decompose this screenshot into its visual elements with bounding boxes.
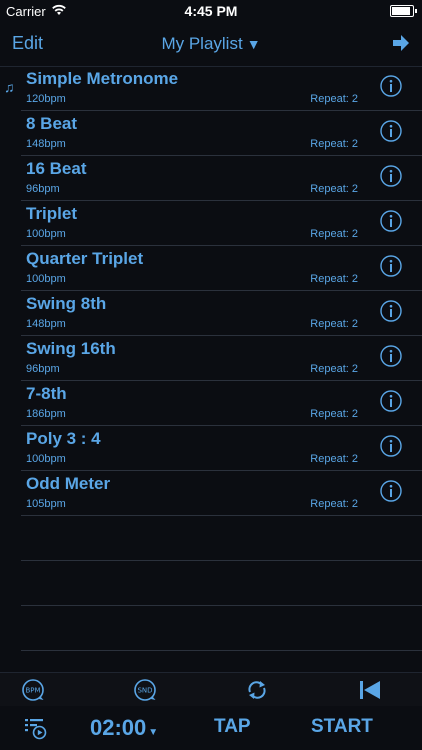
tap-button[interactable]: TAP	[214, 716, 251, 738]
info-icon[interactable]	[380, 255, 402, 277]
info-icon[interactable]	[380, 390, 402, 412]
sound-button[interactable]: SND	[132, 677, 158, 703]
nav-bar: Edit My Playlist ▼	[0, 22, 422, 67]
playlist-table: ♫ Simple Metronome 120bpm Repeat: 2 8 Beat 1…	[0, 66, 422, 651]
snd-label: SND	[137, 687, 152, 695]
info-icon[interactable]	[380, 165, 402, 187]
battery-icon	[390, 5, 417, 17]
timer-caret-icon: ▼	[148, 727, 159, 738]
preset-bpm: 148bpm	[26, 138, 66, 150]
tool-bar: BPM SND	[0, 672, 422, 707]
preset-bpm: 100bpm	[26, 273, 66, 285]
info-icon[interactable]	[380, 480, 402, 502]
playlist-row[interactable]: Poly 3 : 4 100bpm Repeat: 2	[21, 426, 422, 471]
preset-name: Swing 8th	[26, 294, 107, 313]
playlist-row[interactable]: Odd Meter 105bpm Repeat: 2	[21, 471, 422, 516]
playlist-play-icon[interactable]	[23, 716, 47, 740]
playlist-row[interactable]: Quarter Triplet 100bpm Repeat: 2	[21, 246, 422, 291]
playlist-row[interactable]: 8 Beat 148bpm Repeat: 2	[21, 111, 422, 156]
info-icon[interactable]	[380, 120, 402, 142]
status-bar: Carrier 4:45 PM	[0, 0, 422, 22]
preset-repeat: Repeat: 2	[310, 318, 358, 330]
preset-name: Swing 16th	[26, 339, 116, 358]
preset-bpm: 100bpm	[26, 453, 66, 465]
playlist-row[interactable]: Swing 8th 148bpm Repeat: 2	[21, 291, 422, 336]
preset-repeat: Repeat: 2	[310, 453, 358, 465]
preset-repeat: Repeat: 2	[310, 228, 358, 240]
preset-bpm: 120bpm	[26, 93, 66, 105]
repeat-icon[interactable]	[244, 677, 270, 703]
preset-repeat: Repeat: 2	[310, 183, 358, 195]
preset-repeat: Repeat: 2	[310, 138, 358, 150]
control-bar: 02:00 ▼ TAP START	[0, 706, 422, 750]
timer-value: 02:00	[90, 715, 147, 740]
preset-bpm: 100bpm	[26, 228, 66, 240]
preset-name: Poly 3 : 4	[26, 429, 101, 448]
preset-name: Triplet	[26, 204, 78, 223]
bpm-label: BPM	[25, 687, 40, 695]
empty-row	[21, 516, 422, 561]
preset-bpm: 148bpm	[26, 318, 66, 330]
playlist-row[interactable]: 16 Beat 96bpm Repeat: 2	[21, 156, 422, 201]
info-icon[interactable]	[380, 75, 402, 97]
playlist-row[interactable]: Simple Metronome 120bpm Repeat: 2	[21, 66, 422, 111]
timer-selector[interactable]: 02:00 ▼	[90, 715, 158, 741]
playlist-selector[interactable]: My Playlist ▼	[0, 34, 422, 54]
rewind-to-start-icon[interactable]	[357, 677, 383, 703]
preset-repeat: Repeat: 2	[310, 408, 358, 420]
playlist-row[interactable]: Swing 16th 96bpm Repeat: 2	[21, 336, 422, 381]
app-screen: Carrier 4:45 PM Edit My Playlist ▼ ♫ Simp…	[0, 0, 422, 750]
preset-name: Simple Metronome	[26, 69, 179, 88]
empty-row	[21, 561, 422, 606]
info-icon[interactable]	[380, 300, 402, 322]
preset-bpm: 105bpm	[26, 498, 66, 510]
playlist-row[interactable]: Triplet 100bpm Repeat: 2	[21, 201, 422, 246]
preset-bpm: 96bpm	[26, 363, 60, 375]
empty-row	[21, 606, 422, 651]
preset-name: 7-8th	[26, 384, 67, 403]
info-icon[interactable]	[380, 210, 402, 232]
preset-bpm: 186bpm	[26, 408, 66, 420]
status-time: 4:45 PM	[184, 3, 238, 19]
info-icon[interactable]	[380, 435, 402, 457]
playlist-title: My Playlist	[161, 34, 243, 53]
playlist-row[interactable]: 7-8th 186bpm Repeat: 2	[21, 381, 422, 426]
preset-name: 16 Beat	[26, 159, 87, 178]
now-playing-icon: ♫	[4, 79, 15, 95]
start-button[interactable]: START	[311, 716, 373, 738]
preset-name: Quarter Triplet	[26, 249, 144, 268]
bpm-button[interactable]: BPM	[20, 677, 46, 703]
preset-name: 8 Beat	[26, 114, 78, 133]
dropdown-triangle-icon: ▼	[246, 36, 261, 52]
preset-repeat: Repeat: 2	[310, 498, 358, 510]
preset-repeat: Repeat: 2	[310, 363, 358, 375]
preset-bpm: 96bpm	[26, 183, 60, 195]
preset-repeat: Repeat: 2	[310, 273, 358, 285]
preset-repeat: Repeat: 2	[310, 93, 358, 105]
info-icon[interactable]	[380, 345, 402, 367]
preset-name: Odd Meter	[26, 474, 111, 493]
forward-arrow-icon[interactable]	[390, 32, 412, 54]
